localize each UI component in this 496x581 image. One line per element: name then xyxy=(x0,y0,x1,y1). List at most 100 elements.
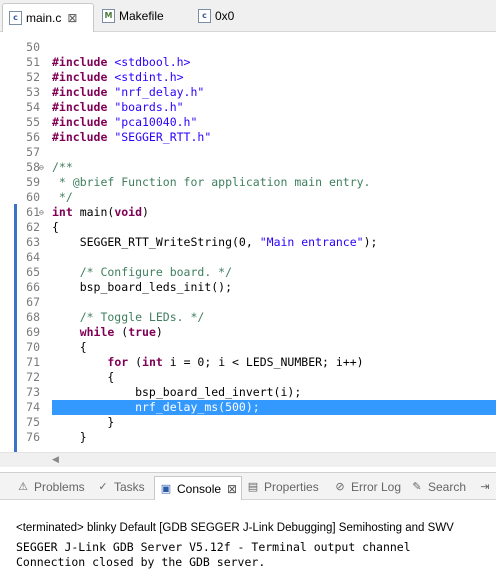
code-line[interactable]: 51 #include <stdbool.h> xyxy=(0,55,496,70)
view-tab-label: Properties xyxy=(264,480,319,494)
tab-main-c[interactable]: c main.c ⊠ xyxy=(2,3,94,32)
line-number: 72 xyxy=(26,370,40,384)
line-number: 63 xyxy=(26,235,40,249)
tab-0x0[interactable]: c 0x0 xyxy=(192,3,252,29)
code-text: bsp_board_leds_init(); xyxy=(52,280,232,295)
code-line[interactable]: 61 ⊖ int main(void) xyxy=(0,205,496,220)
code-text: { xyxy=(52,220,59,235)
code-text: #include <stdint.h> xyxy=(52,70,184,85)
code-line[interactable]: 60 */ xyxy=(0,190,496,205)
editor-tab-bar: c main.c ⊠ M Makefile c 0x0 xyxy=(0,0,496,32)
code-line[interactable]: 57 xyxy=(0,145,496,160)
code-token: ) xyxy=(142,205,149,219)
code-token: { xyxy=(52,370,115,384)
scroll-left-icon[interactable]: ◀ xyxy=(52,454,59,465)
code-text: { xyxy=(52,370,114,385)
line-number: 68 xyxy=(26,310,40,324)
code-line[interactable]: 65 /* Configure board. */ xyxy=(0,265,496,280)
code-token: SEGGER_RTT_WriteString(0, xyxy=(52,235,260,249)
fold-toggle-icon[interactable]: ⊖ xyxy=(39,160,44,175)
code-line[interactable]: 68 /* Toggle LEDs. */ xyxy=(0,310,496,325)
line-number: 55 xyxy=(26,115,40,129)
code-line[interactable]: 72 { xyxy=(0,370,496,385)
code-editor[interactable]: 50 51 #include <stdbool.h> 52 #include <stdi… xyxy=(0,32,496,452)
code-line[interactable]: 75 } xyxy=(0,415,496,430)
view-tab-error-log[interactable]: ⊘ Error Log xyxy=(333,476,401,498)
code-line[interactable]: 74 nrf_delay_ms(500); xyxy=(26,400,496,415)
code-line[interactable]: 54 #include "boards.h" xyxy=(0,100,496,115)
line-number: 60 xyxy=(26,190,40,204)
view-tab-label: Tasks xyxy=(114,480,145,494)
line-number: 53 xyxy=(26,85,40,99)
tab-makefile[interactable]: M Makefile xyxy=(96,3,186,29)
code-text: */ xyxy=(52,190,73,205)
code-line[interactable]: 63 SEGGER_RTT_WriteString(0, "Main entra… xyxy=(0,235,496,250)
line-number: 74 xyxy=(26,400,40,414)
line-number: 59 xyxy=(26,175,40,189)
code-line[interactable]: 71 for (int i = 0; i < LEDS_NUMBER; i++) xyxy=(0,355,496,370)
line-number: 54 xyxy=(26,100,40,114)
views-tab-bar: ⚠ Problems ✓ Tasks ▣ Console ⊠ ▤ Properties ⊘ Erro… xyxy=(0,472,496,501)
code-token: "nrf_delay.h" xyxy=(114,85,205,99)
code-line[interactable]: 73 bsp_board_led_invert(i); xyxy=(0,385,496,400)
line-number: 69 xyxy=(26,325,40,339)
code-text: } xyxy=(52,430,87,445)
code-token: /* Toggle LEDs. */ xyxy=(52,310,205,324)
code-token: int xyxy=(142,355,170,369)
view-tab-label: Search xyxy=(428,480,467,494)
view-tab-label: Error Log xyxy=(351,480,402,494)
close-icon[interactable]: ⊠ xyxy=(67,11,77,25)
code-text: for (int i = 0; i < LEDS_NUMBER; i++) xyxy=(52,355,364,370)
console-line: Connection closed by the GDB server. xyxy=(16,555,266,569)
code-line[interactable]: 52 #include <stdint.h> xyxy=(0,70,496,85)
code-token: } xyxy=(52,430,87,444)
code-text: { xyxy=(52,340,87,355)
code-token: <stdint.h> xyxy=(114,70,184,84)
line-number: 73 xyxy=(26,385,40,399)
fold-toggle-icon[interactable]: ⊖ xyxy=(39,205,44,220)
view-tab-i[interactable]: ⇥I xyxy=(478,476,496,498)
view-tab-search[interactable]: ✎ Search xyxy=(410,476,466,498)
view-tab-properties[interactable]: ▤ Properties xyxy=(246,476,319,498)
line-number: 76 xyxy=(26,430,40,444)
code-line[interactable]: 70 { xyxy=(0,340,496,355)
makefile-icon: M xyxy=(102,9,115,23)
line-number: 50 xyxy=(26,40,40,54)
code-line[interactable]: 59 * @brief Function for application mai… xyxy=(0,175,496,190)
horizontal-scrollbar[interactable]: ◀ xyxy=(0,452,496,467)
code-text: #include <stdbool.h> xyxy=(52,55,190,70)
view-tab-console[interactable]: ▣ Console ⊠ xyxy=(154,476,243,501)
view-tab-problems[interactable]: ⚠ Problems xyxy=(16,476,85,498)
code-line[interactable]: 55 #include "pca10040.h" xyxy=(0,115,496,130)
code-token: } xyxy=(52,415,115,429)
code-line[interactable]: 53 #include "nrf_delay.h" xyxy=(0,85,496,100)
tasks-icon: ✓ xyxy=(98,480,108,493)
code-line[interactable]: 67 xyxy=(0,295,496,310)
code-line[interactable]: 50 xyxy=(0,40,496,55)
code-line[interactable]: 58 ⊖ /** xyxy=(0,160,496,175)
code-token: true xyxy=(128,325,156,339)
line-number: 71 xyxy=(26,355,40,369)
code-line[interactable]: 62 { xyxy=(0,220,496,235)
line-number: 62 xyxy=(26,220,40,234)
code-token: i = 0; i < LEDS_NUMBER; i++) xyxy=(169,355,364,369)
code-token: #include xyxy=(52,100,115,114)
code-text: #include "SEGGER_RTT.h" xyxy=(52,130,211,145)
code-token: "pca10040.h" xyxy=(114,115,198,129)
close-icon[interactable]: ⊠ xyxy=(227,482,237,496)
code-token: void xyxy=(114,205,143,219)
code-line[interactable]: 69 while (true) xyxy=(0,325,496,340)
code-text: int main(void) xyxy=(52,205,149,220)
view-tab-label: Console xyxy=(177,482,222,496)
code-line[interactable]: 76 } xyxy=(0,430,496,445)
code-line[interactable]: 64 xyxy=(0,250,496,265)
code-token: for xyxy=(107,355,136,369)
code-token: #include xyxy=(52,85,115,99)
code-line[interactable]: 66 bsp_board_leds_init(); xyxy=(0,280,496,295)
code-line[interactable]: 56 #include "SEGGER_RTT.h" xyxy=(0,130,496,145)
code-token: /* Configure board. */ xyxy=(52,265,233,279)
line-number: 58 xyxy=(26,160,40,174)
memory-icon: c xyxy=(198,9,211,23)
view-tab-tasks[interactable]: ✓ Tasks xyxy=(96,476,145,498)
